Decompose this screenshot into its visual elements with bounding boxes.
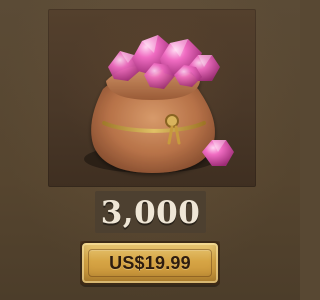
gem-amount-badge: 3,000 [95,191,206,233]
gem-pack-card[interactable] [48,9,256,187]
gem-pouch-icon [84,35,234,173]
button-corner-ornament [80,241,92,253]
button-corner-ornament [208,241,220,253]
purchase-button[interactable]: US$19.99 [80,241,220,285]
price-label: US$19.99 [109,252,191,273]
pouch-knot [165,114,179,128]
gem-amount: 3,000 [100,194,201,231]
button-corner-ornament [208,273,220,285]
button-corner-ornament [80,273,92,285]
